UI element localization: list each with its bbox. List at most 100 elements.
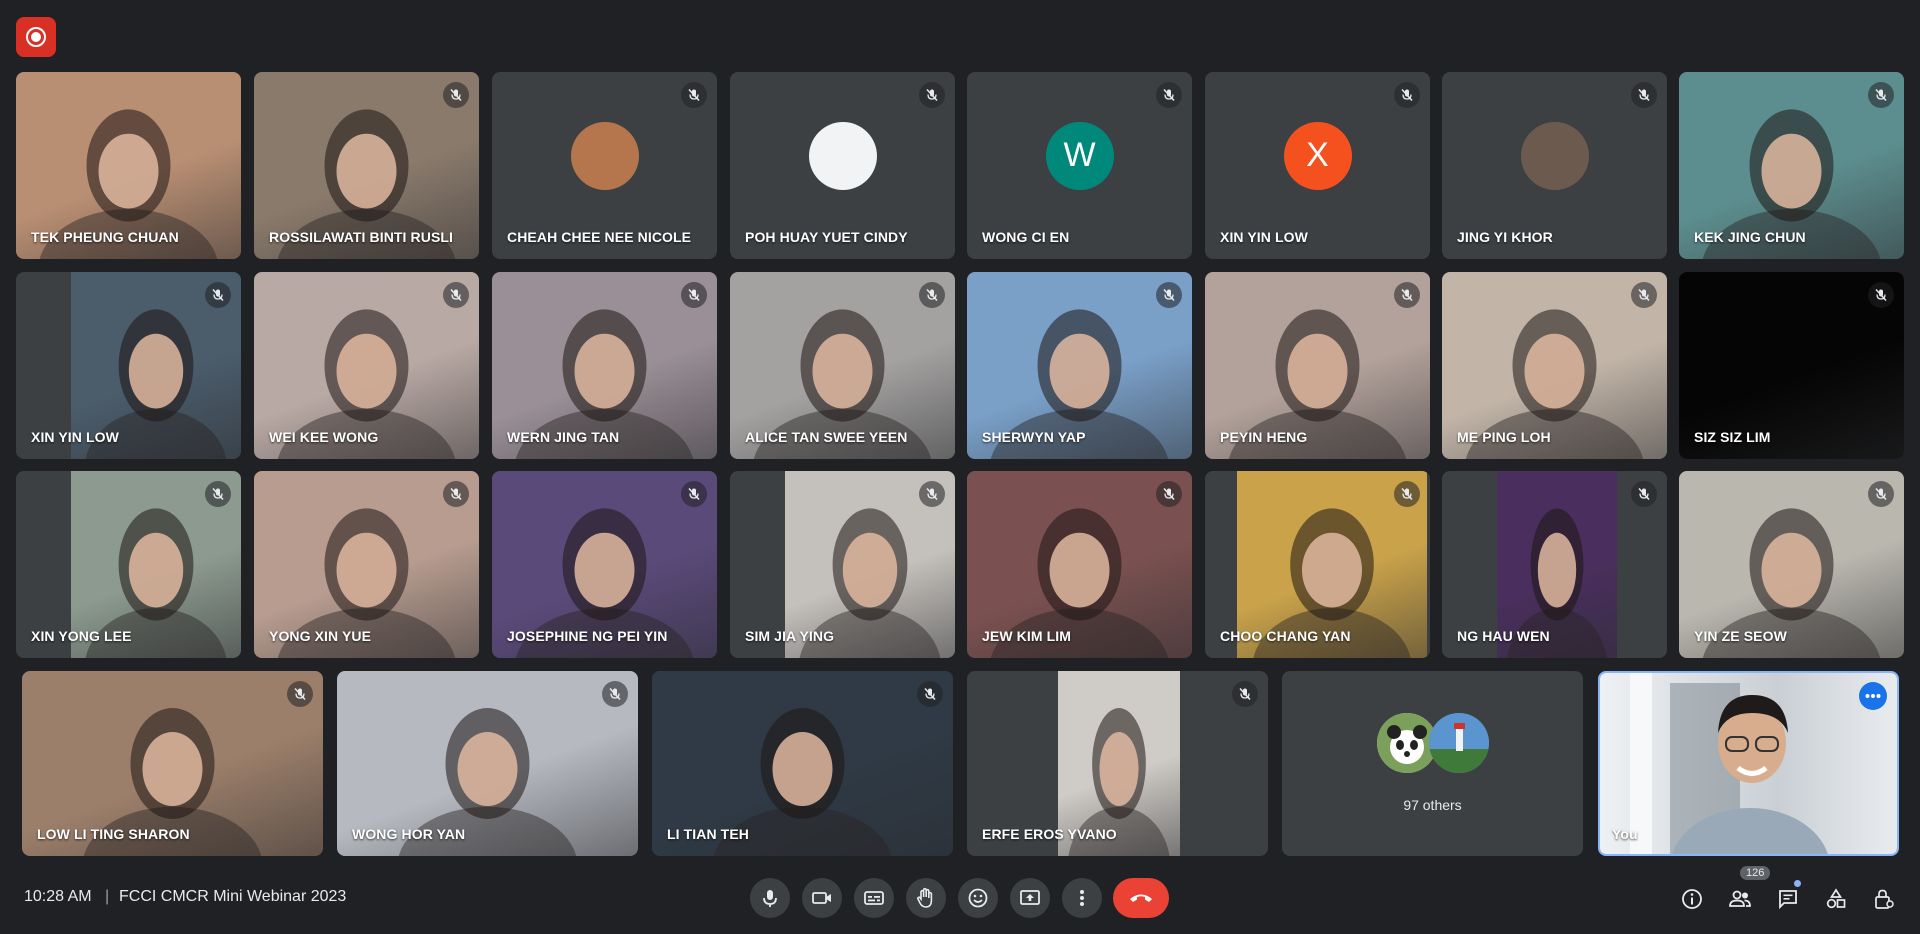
more-options-menu-button[interactable]	[1062, 878, 1102, 918]
mic-off-icon	[1163, 288, 1175, 302]
muted-mic-indicator	[1868, 481, 1894, 507]
self-tile[interactable]: You	[1598, 671, 1899, 856]
more-options-icon	[1865, 694, 1881, 698]
muted-mic-indicator	[443, 481, 469, 507]
raise-hand-button[interactable]	[906, 878, 946, 918]
mic-off-icon	[212, 487, 224, 501]
participant-tile[interactable]: WEI KEE WONG	[254, 272, 479, 459]
leave-call-button[interactable]	[1113, 878, 1169, 918]
participant-avatar: W	[1045, 121, 1114, 190]
participant-tile[interactable]: ERFE EROS YVANO	[967, 671, 1268, 856]
emoji-icon	[968, 888, 988, 908]
present-screen-button[interactable]	[1010, 878, 1050, 918]
lighthouse-avatar	[1428, 713, 1489, 773]
muted-mic-indicator	[1156, 481, 1182, 507]
participant-tile[interactable]: ROSSILAWATI BINTI RUSLI	[254, 72, 479, 259]
more-options-button[interactable]	[1859, 682, 1887, 710]
mic-off-icon	[926, 288, 938, 302]
mic-off-icon	[450, 88, 462, 102]
participant-name: KEK JING CHUN	[1694, 229, 1806, 245]
participant-tile[interactable]: LI TIAN TEH	[652, 671, 953, 856]
participant-tile[interactable]: W WONG CI EN	[967, 72, 1192, 259]
participant-name: WEI KEE WONG	[269, 429, 379, 445]
participant-name: SIM JIA YING	[745, 628, 835, 644]
people-icon	[1729, 890, 1751, 907]
participant-tile[interactable]: CHOO CHANG YAN	[1205, 471, 1430, 658]
participant-tile[interactable]: XIN YONG LEE	[16, 471, 241, 658]
participant-tile[interactable]: POH HUAY YUET CINDY	[730, 72, 955, 259]
mic-off-icon	[924, 687, 936, 701]
bottom-bar: 10:28 AM | FCCI CMCR Mini Webinar 2023 1…	[0, 866, 1920, 934]
participant-tile[interactable]: SIZ SIZ LIM	[1679, 272, 1904, 459]
muted-mic-indicator	[681, 481, 707, 507]
muted-mic-indicator	[443, 282, 469, 308]
participant-tile[interactable]: NG HAU WEN	[1442, 471, 1667, 658]
muted-mic-indicator	[1156, 82, 1182, 108]
participant-name: You	[1612, 826, 1638, 842]
muted-mic-indicator	[205, 481, 231, 507]
participant-name: CHEAH CHEE NEE NICOLE	[507, 229, 692, 245]
participant-tile[interactable]: SIM JIA YING	[730, 471, 955, 658]
participant-tile[interactable]: CHEAH CHEE NEE NICOLE	[492, 72, 717, 259]
muted-mic-indicator	[1631, 82, 1657, 108]
participant-tile[interactable]: ALICE TAN SWEE YEEN	[730, 272, 955, 459]
participant-tile[interactable]: XIN YIN LOW	[16, 272, 241, 459]
mic-off-icon	[1401, 88, 1413, 102]
camera-button[interactable]	[802, 878, 842, 918]
participant-tile[interactable]: YIN ZE SEOW	[1679, 471, 1904, 658]
participant-name: JOSEPHINE NG PEI YIN	[507, 628, 668, 644]
participant-name: ROSSILAWATI BINTI RUSLI	[269, 229, 454, 245]
muted-mic-indicator	[919, 82, 945, 108]
people-button[interactable]	[1725, 884, 1755, 914]
activities-button[interactable]	[1821, 884, 1851, 914]
others-count-label: 97 others	[1403, 797, 1462, 813]
participant-tile[interactable]: JEW KIM LIM	[967, 471, 1192, 658]
participant-tile[interactable]: SHERWYN YAP	[967, 272, 1192, 459]
participant-name: WONG CI EN	[982, 229, 1070, 245]
mic-off-icon	[1875, 88, 1887, 102]
participant-tile[interactable]: JOSEPHINE NG PEI YIN	[492, 471, 717, 658]
participant-tile[interactable]: JING YI KHOR	[1442, 72, 1667, 259]
participant-name: YIN ZE SEOW	[1694, 628, 1787, 644]
participant-tile[interactable]: TEK PHEUNG CHUAN	[16, 72, 241, 259]
participant-tile[interactable]: WONG HOR YAN	[337, 671, 638, 856]
mic-off-icon	[688, 487, 700, 501]
recording-indicator[interactable]	[16, 17, 56, 57]
participant-tile[interactable]: YONG XIN YUE	[254, 471, 479, 658]
mic-off-icon	[926, 487, 938, 501]
muted-mic-indicator	[1631, 481, 1657, 507]
participant-tile[interactable]: ME PING LOH	[1442, 272, 1667, 459]
muted-mic-indicator	[681, 282, 707, 308]
microphone-button[interactable]	[750, 878, 790, 918]
host-controls-button[interactable]	[1869, 884, 1899, 914]
meeting-details-button[interactable]	[1677, 884, 1707, 914]
present-icon	[1020, 890, 1040, 905]
captions-button[interactable]	[854, 878, 894, 918]
mic-off-icon	[1875, 487, 1887, 501]
muted-mic-indicator	[919, 481, 945, 507]
mic-off-icon	[1401, 487, 1413, 501]
participant-tile[interactable]: KEK JING CHUN	[1679, 72, 1904, 259]
participant-tile[interactable]: PEYIN HENG	[1205, 272, 1430, 459]
participant-tile[interactable]: X XIN YIN LOW	[1205, 72, 1430, 259]
participant-name: PEYIN HENG	[1220, 429, 1308, 445]
participant-name: YONG XIN YUE	[269, 628, 372, 644]
muted-mic-indicator	[287, 681, 313, 707]
hang-up-icon	[1130, 894, 1152, 902]
others-tile[interactable]: 97 others	[1282, 671, 1583, 856]
mic-off-icon	[1875, 288, 1887, 302]
participant-avatar	[570, 121, 639, 190]
chat-icon	[1779, 890, 1797, 910]
participant-tile[interactable]: WERN JING TAN	[492, 272, 717, 459]
mic-off-icon	[1239, 687, 1251, 701]
mic-off-icon	[1638, 487, 1650, 501]
info-icon	[1682, 889, 1702, 909]
muted-mic-indicator	[681, 82, 707, 108]
muted-mic-indicator	[1232, 681, 1258, 707]
microphone-icon	[763, 890, 777, 907]
chat-button[interactable]	[1773, 884, 1803, 914]
reactions-button[interactable]	[958, 878, 998, 918]
participant-name: ERFE EROS YVANO	[982, 826, 1117, 842]
vertical-dots-icon	[1080, 890, 1084, 906]
participant-tile[interactable]: LOW LI TING SHARON	[22, 671, 323, 856]
